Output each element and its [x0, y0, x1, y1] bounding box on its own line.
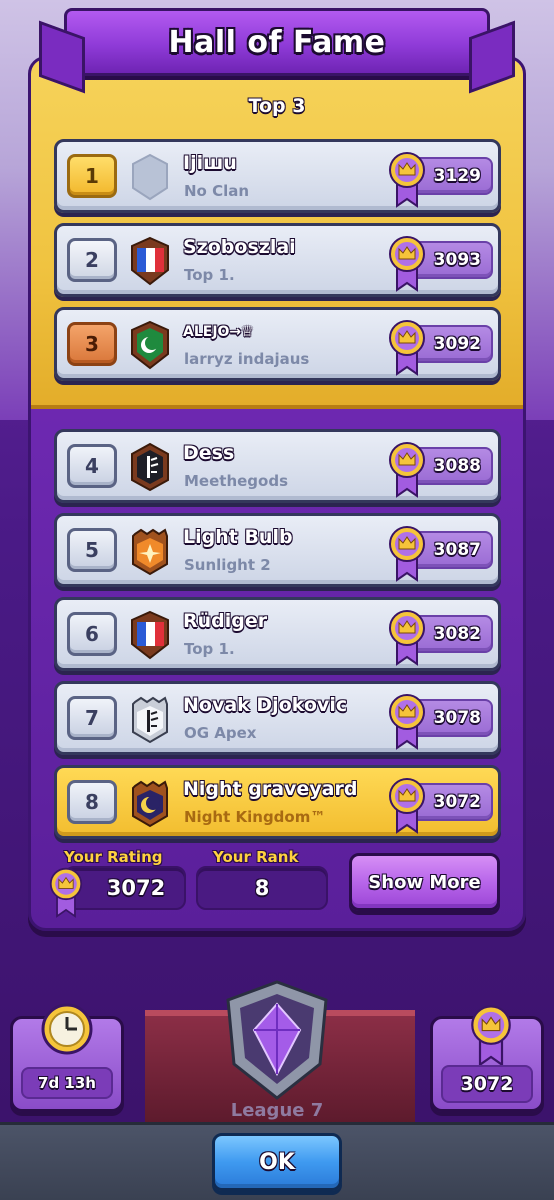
crown-medal-icon [389, 694, 425, 750]
your-rating-number: 3072 [106, 876, 166, 900]
player-name: Light Bulb [183, 526, 293, 548]
rank-number: 6 [67, 612, 117, 656]
leaderboard-row-6[interactable]: 6 Rüdiger Top 1. 3082 [54, 597, 501, 671]
clan-name: Sunlight 2 [184, 556, 271, 574]
rank-number: 5 [67, 528, 117, 572]
leaderboard-row-2[interactable]: 2 Szoboszlai Top 1. 3093 [54, 223, 501, 297]
bamboo-shield-icon [131, 442, 169, 492]
french-flag-shield-icon [131, 610, 169, 660]
top3-label: Top 3 [248, 95, 306, 117]
leaderboard-row-3[interactable]: 3 ALEJO→♕ larryz indajaus 3092 [54, 307, 501, 381]
clan-name: larryz indajaus [184, 350, 310, 368]
french-flag-shield-icon [131, 236, 169, 286]
crown-medal-icon [389, 442, 425, 498]
clan-name: OG Apex [184, 724, 257, 742]
leaderboard-row-8-you[interactable]: 8 Night graveyard Night Kingdom™ 3072 [54, 765, 501, 839]
star-shield-icon [132, 528, 168, 576]
crown-medal-icon [389, 236, 425, 292]
ok-button[interactable]: OK [212, 1133, 342, 1191]
clan-name: No Clan [184, 182, 250, 200]
player-name: Ijiшu [183, 152, 237, 174]
crown-medal-icon [389, 320, 425, 376]
your-rating-label: Your Rating [64, 848, 163, 866]
rank-number: 3 [67, 322, 117, 366]
moon-shield-icon [132, 780, 168, 828]
crown-medal-icon [389, 610, 425, 666]
trophy-card: 3072 [430, 1005, 544, 1112]
leaderboard-row-1[interactable]: 1 Ijiшu No Clan 3129 [54, 139, 501, 213]
league-shield-icon [226, 980, 328, 1100]
your-rank-value: 8 [196, 866, 328, 910]
rank-number: 1 [67, 154, 117, 198]
player-name: Rüdiger [183, 610, 268, 632]
rank-number: 4 [67, 444, 117, 488]
player-name: Novak Djokovic [183, 694, 348, 716]
rank-number: 8 [67, 780, 117, 824]
show-more-button[interactable]: Show More [349, 853, 500, 911]
crown-medal-icon [389, 152, 425, 208]
page-title: Hall of Fame [168, 24, 386, 60]
total-trophies: 3072 [460, 1073, 514, 1095]
crescent-shield-icon [131, 320, 169, 370]
crown-medal-icon [49, 867, 83, 918]
clan-name: Top 1. [184, 640, 235, 658]
player-name: ALEJO→♕ [183, 324, 254, 340]
bamboo-tower-shield-icon [132, 696, 168, 744]
clan-name: Night Kingdom™ [184, 808, 326, 826]
season-timer-card: 7d 13h [10, 1003, 124, 1112]
leaderboard-row-5[interactable]: 5 Light Bulb Sunlight 2 3087 [54, 513, 501, 587]
clan-name: Meethegods [184, 472, 289, 490]
crown-medal-icon [389, 526, 425, 582]
player-name: Szoboszlai [183, 236, 296, 258]
title-ribbon: Hall of Fame [64, 8, 490, 76]
crown-medal-icon [389, 778, 425, 834]
trophy-box: 3072 [441, 1065, 533, 1103]
timer-box: 7d 13h [21, 1067, 113, 1099]
clock-icon [41, 1003, 93, 1055]
rank-number: 7 [67, 696, 117, 740]
no-clan-shield-icon [132, 153, 168, 201]
your-rank-label: Your Rank [213, 848, 299, 866]
leaderboard-row-4[interactable]: 4 Dess Meethegods 3088 [54, 429, 501, 503]
clan-name: Top 1. [184, 266, 235, 284]
leaderboard-row-7[interactable]: 7 Novak Djokovic OG Apex 3078 [54, 681, 501, 755]
rank-number: 2 [67, 238, 117, 282]
player-name: Dess [183, 442, 235, 464]
crown-medal-icon [471, 1005, 511, 1067]
season-timer: 7d 13h [38, 1074, 96, 1092]
player-name: Night graveyard [183, 778, 358, 800]
